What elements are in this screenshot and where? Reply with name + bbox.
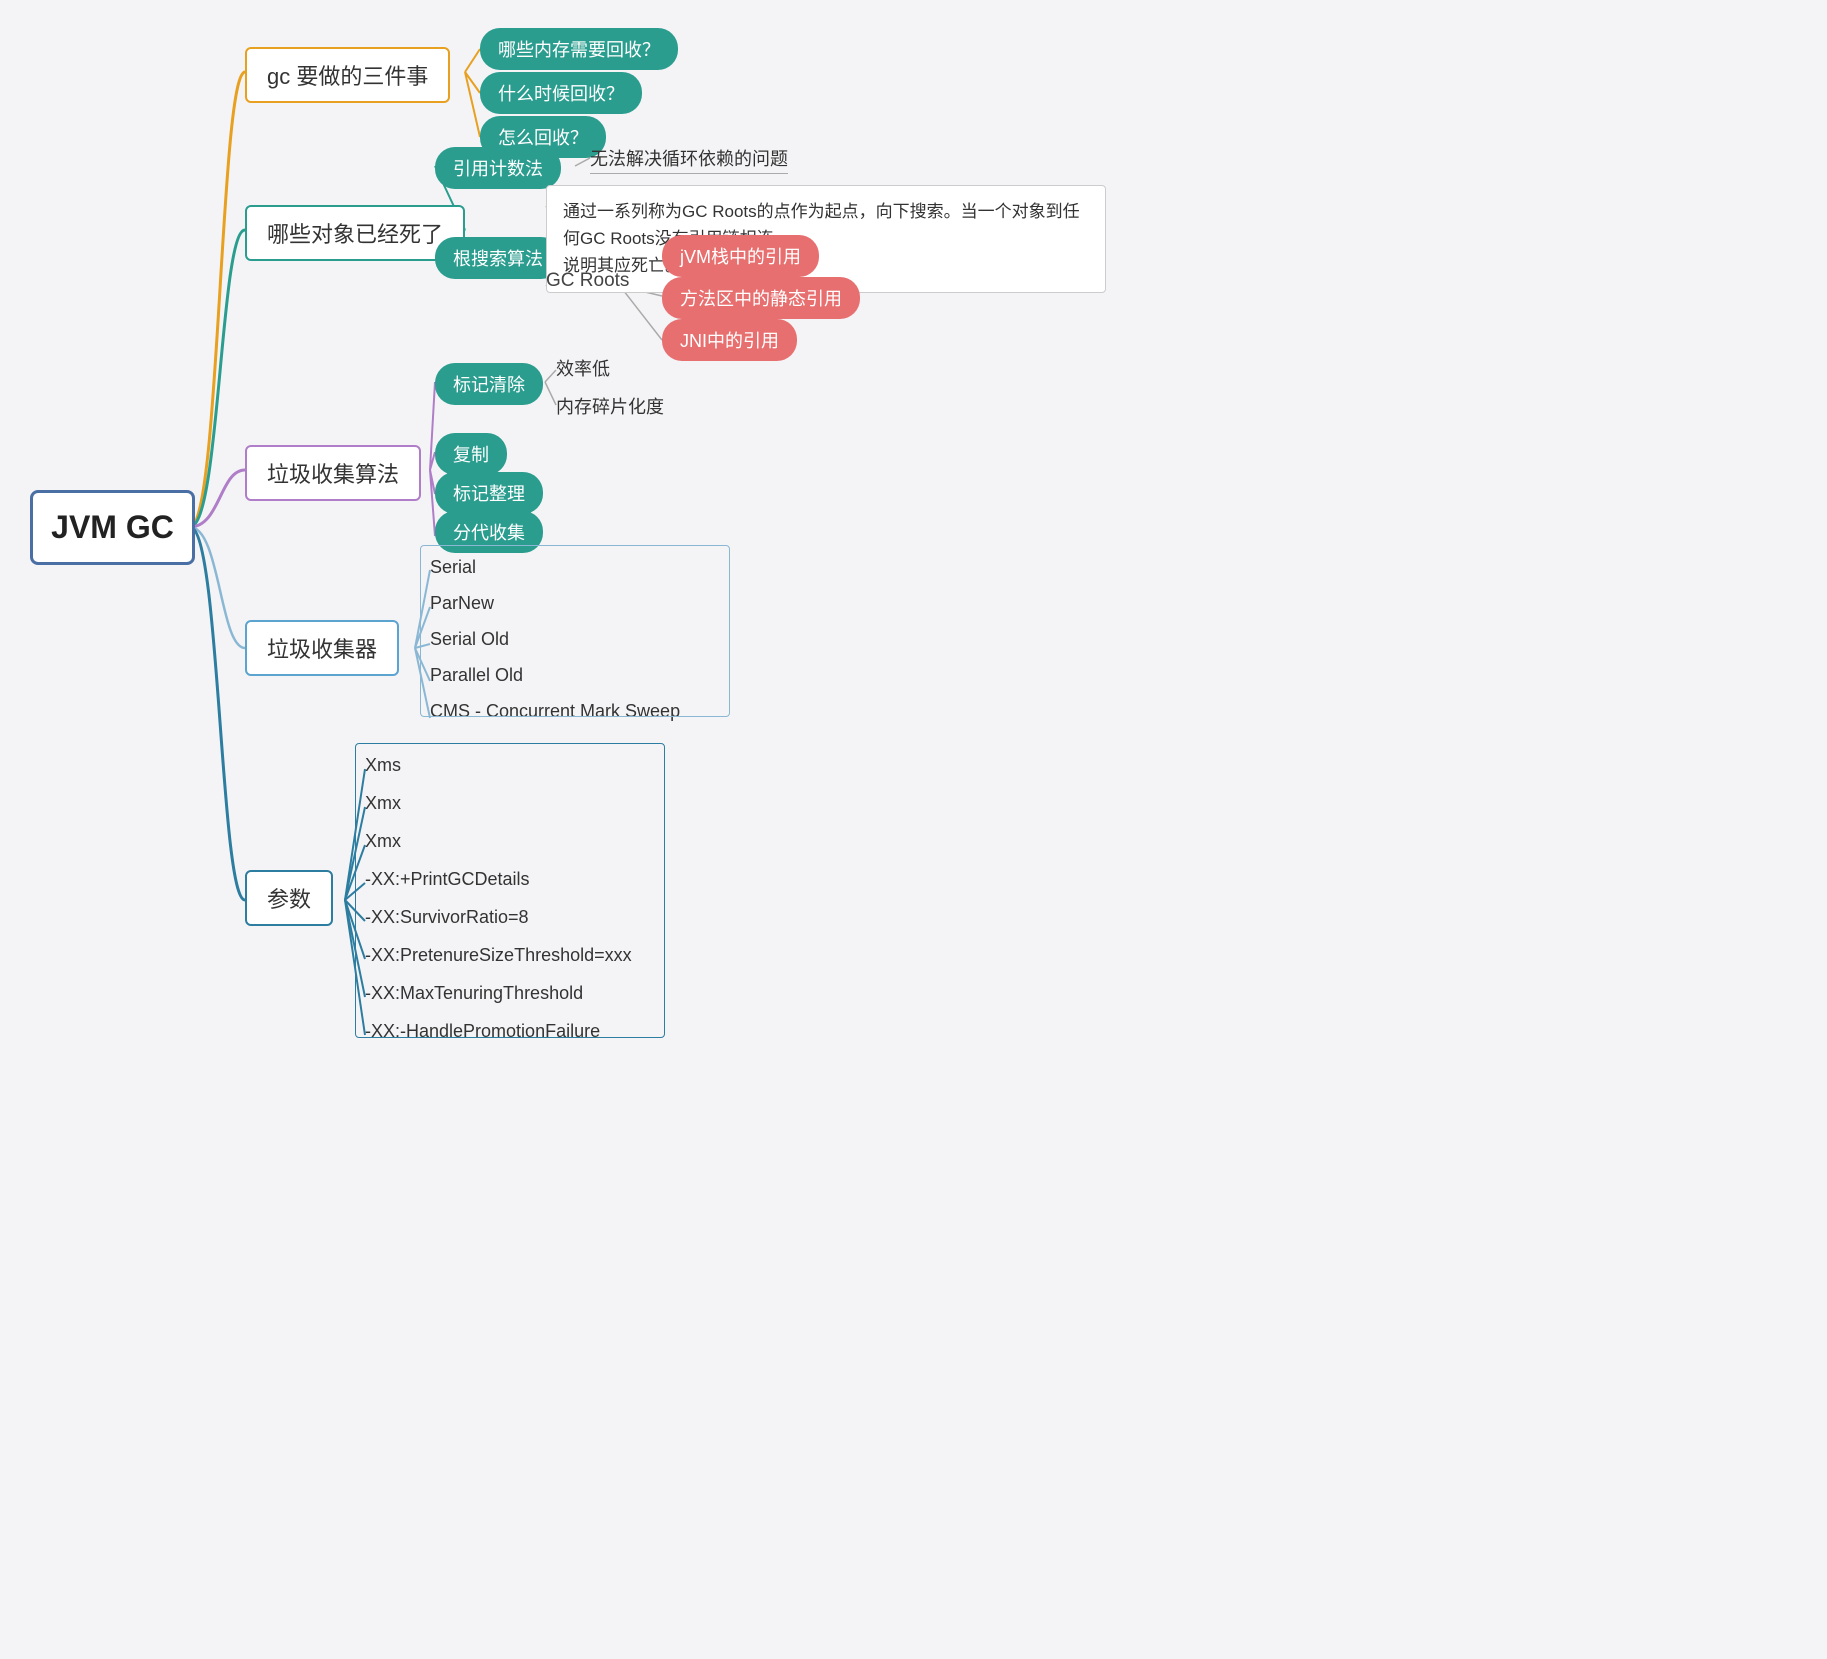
param-pretenure-text: -XX:PretenureSizeThreshold=xxx bbox=[365, 945, 632, 966]
gc-roots-jni: JNI中的引用 bbox=[662, 319, 797, 361]
ref-count-node: 引用计数法 bbox=[435, 147, 561, 189]
param-printgcdetails: -XX:+PrintGCDetails bbox=[365, 869, 530, 890]
params-label: 参数 bbox=[267, 882, 311, 914]
mark-sweep-sub1-text: 效率低 bbox=[556, 355, 610, 381]
gc-roots-method-area-label: 方法区中的静态引用 bbox=[680, 285, 842, 311]
root-search-label: 根搜索算法 bbox=[453, 245, 543, 271]
collector-serial-old-text: Serial Old bbox=[430, 629, 509, 650]
collector-serial-text: Serial bbox=[430, 557, 476, 578]
collector-cms: CMS - Concurrent Mark Sweep bbox=[430, 701, 680, 722]
ref-count-label: 引用计数法 bbox=[453, 155, 543, 181]
gc-roots-jni-label: JNI中的引用 bbox=[680, 327, 779, 353]
branch-which-dead: 哪些对象已经死了 bbox=[245, 205, 465, 261]
ref-count-note-text: 无法解决循环依赖的问题 bbox=[590, 145, 788, 171]
collector-parnew-text: ParNew bbox=[430, 593, 494, 614]
gc-collectors-label: 垃圾收集器 bbox=[267, 632, 377, 664]
gc-roots-text: GC Roots bbox=[546, 270, 629, 292]
root-label: JVM GC bbox=[51, 509, 174, 546]
gc-roots-jvm-stack-label: jVM栈中的引用 bbox=[680, 243, 801, 269]
gc-todo-item-2: 什么时候回收？ bbox=[480, 72, 642, 114]
mark-sweep-sub2: 内存碎片化度 bbox=[556, 393, 664, 419]
param-xmx1-text: Xmx bbox=[365, 793, 401, 814]
root-node: JVM GC bbox=[30, 490, 195, 565]
mark-sweep-sub2-text: 内存碎片化度 bbox=[556, 393, 664, 419]
param-xmx2-text: Xmx bbox=[365, 831, 401, 852]
mark-compact-label: 标记整理 bbox=[453, 480, 525, 506]
param-xms-text: Xms bbox=[365, 755, 401, 776]
param-maxtenuring: -XX:MaxTenuringThreshold bbox=[365, 983, 583, 1004]
collector-serial-old: Serial Old bbox=[430, 629, 509, 650]
param-handlepromotion: -XX:-HandlePromotionFailure bbox=[365, 1021, 600, 1042]
mark-sweep-label: 标记清除 bbox=[453, 371, 525, 397]
param-xms: Xms bbox=[365, 755, 401, 776]
param-xmx1: Xmx bbox=[365, 793, 401, 814]
gc-roots-method-area: 方法区中的静态引用 bbox=[662, 277, 860, 319]
gc-roots-label: GC Roots bbox=[546, 270, 629, 292]
branch-gc-collectors: 垃圾收集器 bbox=[245, 620, 399, 676]
gc-todo-item-1-label: 哪些内存需要回收？ bbox=[498, 36, 660, 62]
copy-label: 复制 bbox=[453, 441, 489, 467]
param-survivorratio-text: -XX:SurvivorRatio=8 bbox=[365, 907, 529, 928]
param-survivorratio: -XX:SurvivorRatio=8 bbox=[365, 907, 529, 928]
gc-todo-item-2-label: 什么时候回收？ bbox=[498, 80, 624, 106]
branch-params: 参数 bbox=[245, 870, 333, 926]
collector-parallel-old: Parallel Old bbox=[430, 665, 523, 686]
mindmap-container: JVM GC gc 要做的三件事 哪些内存需要回收？ 什么时候回收？ 怎么回收？… bbox=[0, 0, 1827, 1659]
generational-node: 分代收集 bbox=[435, 511, 543, 553]
gc-todo-label: gc 要做的三件事 bbox=[267, 59, 428, 91]
branch-gc-algo: 垃圾收集算法 bbox=[245, 445, 421, 501]
gc-roots-jvm-stack: jVM栈中的引用 bbox=[662, 235, 819, 277]
param-maxtenuring-text: -XX:MaxTenuringThreshold bbox=[365, 983, 583, 1004]
branch-gc-todo: gc 要做的三件事 bbox=[245, 47, 450, 103]
gc-algo-label: 垃圾收集算法 bbox=[267, 457, 399, 489]
gc-todo-item-1: 哪些内存需要回收？ bbox=[480, 28, 678, 70]
collector-serial: Serial bbox=[430, 557, 476, 578]
param-pretenure: -XX:PretenureSizeThreshold=xxx bbox=[365, 945, 632, 966]
collector-cms-text: CMS - Concurrent Mark Sweep bbox=[430, 701, 680, 722]
param-printgcdetails-text: -XX:+PrintGCDetails bbox=[365, 869, 530, 890]
mark-sweep-node: 标记清除 bbox=[435, 363, 543, 405]
root-search-node: 根搜索算法 bbox=[435, 237, 561, 279]
param-xmx2: Xmx bbox=[365, 831, 401, 852]
mark-compact-node: 标记整理 bbox=[435, 472, 543, 514]
ref-count-note: 无法解决循环依赖的问题 bbox=[590, 145, 788, 174]
generational-label: 分代收集 bbox=[453, 519, 525, 545]
mark-sweep-sub1: 效率低 bbox=[556, 355, 610, 381]
param-handlepromotion-text: -XX:-HandlePromotionFailure bbox=[365, 1021, 600, 1042]
collector-parallel-old-text: Parallel Old bbox=[430, 665, 523, 686]
copy-node: 复制 bbox=[435, 433, 507, 475]
which-dead-label: 哪些对象已经死了 bbox=[267, 217, 443, 249]
collector-parnew: ParNew bbox=[430, 593, 494, 614]
root-search-note-text: 通过一系列称为GC Roots的点作为起点，向下搜索。当一个对象到任何GC Ro… bbox=[563, 198, 1089, 280]
